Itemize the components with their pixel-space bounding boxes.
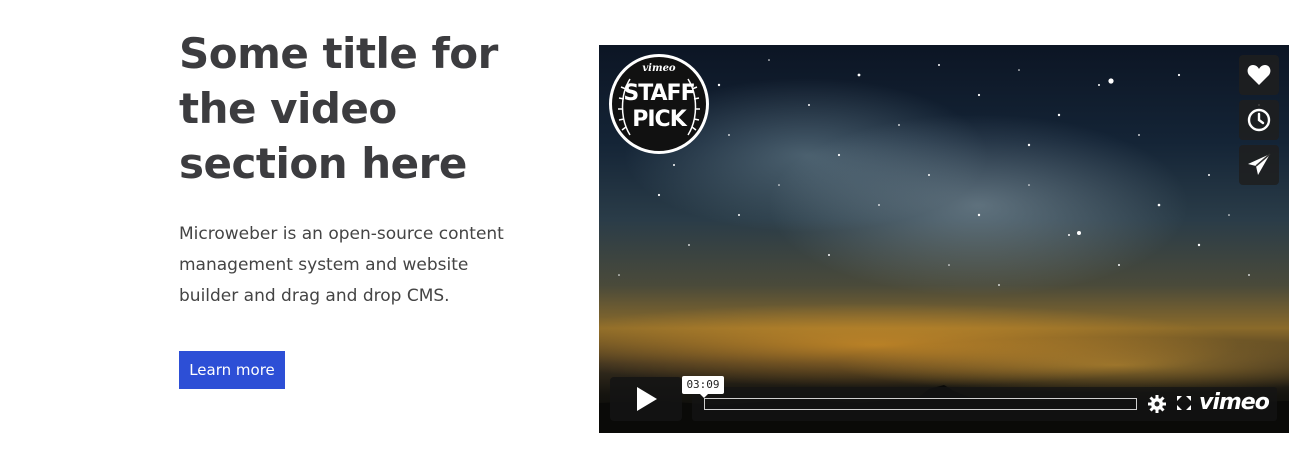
gear-icon[interactable] <box>1148 395 1166 413</box>
vimeo-logo[interactable]: vimeo <box>1199 390 1270 415</box>
progress-bar[interactable] <box>704 398 1137 410</box>
share-button[interactable] <box>1239 145 1279 185</box>
duration-tooltip: 03:09 <box>682 376 724 398</box>
fullscreen-icon[interactable] <box>1176 395 1192 411</box>
learn-more-button[interactable]: Learn more <box>179 351 285 389</box>
watch-later-button[interactable] <box>1239 100 1279 140</box>
video-player[interactable]: vimeo STAFF PICK vimeo 03:09 <box>599 45 1289 433</box>
section-title: Some title for the video section here <box>179 29 498 188</box>
laurel-right-icon <box>687 78 700 136</box>
clock-icon <box>1247 108 1271 132</box>
send-icon <box>1248 153 1271 175</box>
control-bar: vimeo <box>692 387 1277 421</box>
section-description: Microweber is an open-source content man… <box>179 224 504 306</box>
like-button[interactable] <box>1239 55 1279 95</box>
staff-pick-brand: vimeo <box>642 63 676 74</box>
staff-pick-badge: vimeo STAFF PICK <box>609 54 709 154</box>
play-button[interactable] <box>610 377 682 421</box>
play-icon <box>637 387 657 411</box>
heart-icon <box>1247 65 1271 85</box>
